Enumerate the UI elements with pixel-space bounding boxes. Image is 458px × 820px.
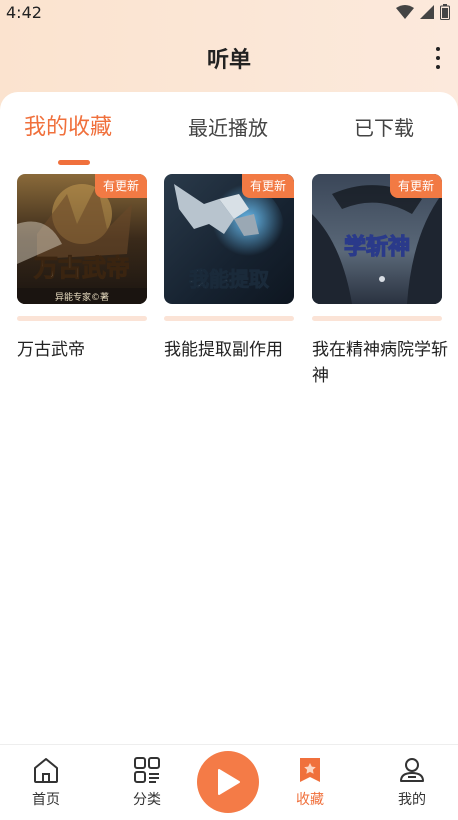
shelf-divider	[164, 316, 294, 321]
update-badge: 有更新	[94, 174, 147, 198]
shelf-divider	[312, 316, 442, 321]
cover-title-text: 万古武帝	[34, 253, 130, 282]
app-header: 听单	[0, 30, 458, 86]
tab-indicator	[58, 160, 90, 165]
book-card[interactable]: 我能提取 有更新 我能提取副作用	[164, 174, 294, 363]
dot-icon	[436, 56, 440, 60]
cover-title-text: 我能提取	[189, 267, 269, 291]
tabbar-home[interactable]: 首页	[11, 755, 81, 809]
tabbar-favorites[interactable]: 收藏	[275, 755, 345, 809]
book-card[interactable]: 学斩神 有更新 我在精神病院学斩神	[312, 174, 448, 389]
tabbar-category[interactable]: 分类	[112, 755, 182, 809]
book-cover[interactable]: 学斩神 有更新	[312, 174, 442, 304]
cover-title-text: 学斩神	[344, 234, 410, 260]
status-bar: 4:42	[0, 0, 458, 24]
profile-icon	[400, 758, 424, 782]
dot-icon	[436, 65, 440, 69]
bookmark-star-icon	[300, 758, 320, 782]
category-icon	[134, 757, 160, 783]
book-card[interactable]: 万古武帝 异能专家©著 有更新 万古武帝	[17, 174, 147, 363]
content-panel: 我的收藏 最近播放 已下载 万古武帝 异能专家©著 有更新 万古武帝 我能提取 …	[0, 92, 458, 744]
tab-row: 我的收藏 最近播放 已下载	[0, 104, 458, 165]
shelf-divider	[17, 316, 147, 321]
status-icons	[396, 4, 450, 20]
tab-downloaded[interactable]: 已下载	[354, 112, 414, 141]
book-cover[interactable]: 我能提取 有更新	[164, 174, 294, 304]
tabbar-profile[interactable]: 我的	[377, 755, 447, 809]
book-title[interactable]: 我能提取副作用	[164, 337, 304, 363]
cover-author-text: 异能专家©著	[55, 291, 109, 303]
book-title[interactable]: 我在精神病院学斩神	[312, 337, 452, 389]
play-button[interactable]	[197, 751, 259, 813]
more-options-button[interactable]	[430, 44, 446, 72]
status-time: 4:42	[6, 2, 42, 22]
dot-icon	[436, 47, 440, 51]
tabbar-label: 分类	[133, 792, 161, 808]
update-badge: 有更新	[389, 174, 442, 198]
book-cover[interactable]: 万古武帝 异能专家©著 有更新	[17, 174, 147, 304]
battery-icon	[440, 4, 450, 20]
tab-favorites[interactable]: 我的收藏	[24, 109, 112, 141]
tabbar-label: 收藏	[296, 792, 324, 808]
update-badge: 有更新	[241, 174, 294, 198]
tab-recent[interactable]: 最近播放	[188, 112, 268, 141]
book-title[interactable]: 万古武帝	[17, 337, 157, 363]
signal-icon	[420, 5, 434, 19]
tabbar-label: 首页	[32, 792, 60, 808]
bottom-tab-bar: 首页 分类 收藏 我的	[0, 744, 458, 820]
home-icon	[34, 758, 58, 783]
wifi-icon	[396, 5, 414, 19]
play-icon	[218, 769, 240, 795]
tabbar-label: 我的	[398, 792, 426, 808]
page-title: 听单	[206, 48, 251, 73]
